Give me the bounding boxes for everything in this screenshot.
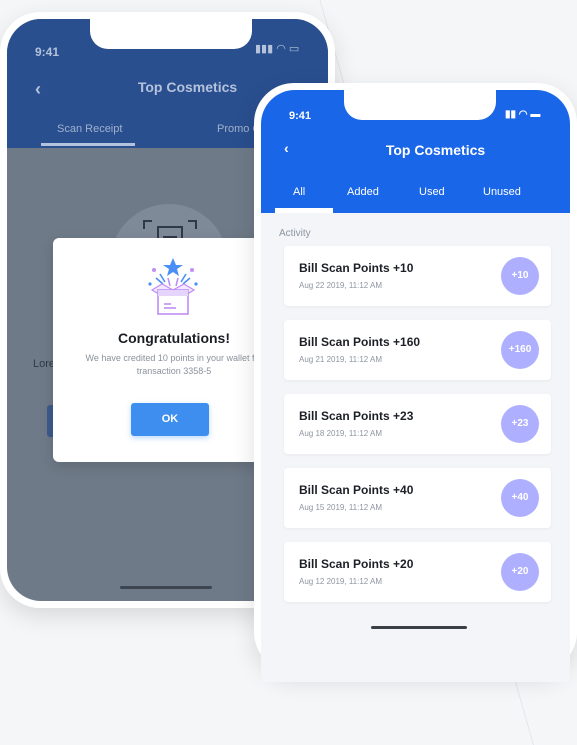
tab-underline <box>275 208 333 213</box>
battery-icon: ▬ <box>530 109 541 120</box>
item-title: Bill Scan Points +40 <box>299 483 414 497</box>
points-badge: +10 <box>501 257 539 295</box>
status-icons: ▮▮ ◠ ▬ <box>505 109 540 120</box>
tab-all[interactable]: All <box>293 186 305 198</box>
tab-unused[interactable]: Unused <box>483 186 521 198</box>
back-chevron-icon[interactable]: ‹ <box>284 140 289 156</box>
tab-underline <box>41 143 135 146</box>
wifi-icon: ◠ <box>518 109 528 120</box>
page-title: Top Cosmetics <box>385 142 486 158</box>
signal-icon: ▮▮▮ <box>255 43 274 55</box>
item-title: Bill Scan Points +20 <box>299 557 414 571</box>
ok-button[interactable]: OK <box>131 403 209 436</box>
list-item[interactable]: Bill Scan Points +40 Aug 15 2019, 11:12 … <box>284 468 551 528</box>
dialog-message: We have credited 10 points in your walle… <box>85 353 263 376</box>
tab-scan-receipt[interactable]: Scan Receipt <box>57 123 122 135</box>
item-date: Aug 18 2019, 11:12 AM <box>299 429 383 438</box>
list-item[interactable]: Bill Scan Points +160 Aug 21 2019, 11:12… <box>284 320 551 380</box>
item-title: Bill Scan Points +10 <box>299 261 414 275</box>
body-text: Lore <box>33 358 56 370</box>
points-badge: +40 <box>501 479 539 517</box>
back-chevron-icon[interactable]: ‹ <box>35 79 41 100</box>
section-label: Activity <box>279 228 311 239</box>
status-icons: ▮▮▮ ◠ ▭ <box>255 42 299 55</box>
item-title: Bill Scan Points +160 <box>299 335 421 349</box>
points-badge: +23 <box>501 405 539 443</box>
points-badge: +160 <box>501 331 539 369</box>
status-time: 9:41 <box>289 110 312 122</box>
phone-front: 9:41 ▮▮ ◠ ▬ ‹ Top Cosmetics All Added Us… <box>254 83 577 682</box>
wifi-icon: ◠ <box>276 43 286 55</box>
item-date: Aug 12 2019, 11:12 AM <box>299 577 383 586</box>
gift-box-icon <box>148 258 198 315</box>
phone-notch <box>344 90 496 120</box>
status-time: 9:41 <box>35 45 60 59</box>
item-date: Aug 15 2019, 11:12 AM <box>299 503 383 512</box>
home-indicator <box>120 586 212 589</box>
points-badge: +20 <box>501 553 539 591</box>
tab-used[interactable]: Used <box>419 186 445 198</box>
front-screen: 9:41 ▮▮ ◠ ▬ ‹ Top Cosmetics All Added Us… <box>261 90 570 682</box>
battery-icon: ▭ <box>288 43 300 55</box>
list-item[interactable]: Bill Scan Points +20 Aug 12 2019, 11:12 … <box>284 542 551 602</box>
list-item[interactable]: Bill Scan Points +23 Aug 18 2019, 11:12 … <box>284 394 551 454</box>
signal-icon: ▮▮ <box>505 109 517 120</box>
phone-notch <box>90 19 252 49</box>
item-date: Aug 21 2019, 11:12 AM <box>299 355 383 364</box>
tab-added[interactable]: Added <box>347 186 379 198</box>
item-title: Bill Scan Points +23 <box>299 409 414 423</box>
item-date: Aug 22 2019, 11:12 AM <box>299 281 383 290</box>
home-indicator <box>371 626 467 629</box>
list-item[interactable]: Bill Scan Points +10 Aug 22 2019, 11:12 … <box>284 246 551 306</box>
